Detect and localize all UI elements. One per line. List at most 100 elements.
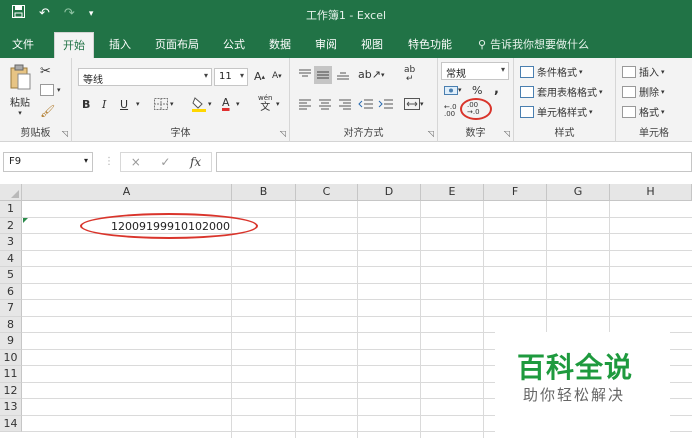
column-header-a[interactable]: A: [22, 184, 232, 201]
paste-label: 粘贴: [10, 98, 30, 109]
align-middle-button[interactable]: [314, 66, 332, 84]
decrease-indent-button[interactable]: [358, 98, 374, 110]
decrease-indent-icon: [358, 99, 373, 109]
phonetic-button[interactable]: wén 文: [258, 94, 272, 113]
tab-formulas[interactable]: 公式: [223, 36, 245, 52]
align-top-button[interactable]: [298, 68, 312, 80]
row-header-4[interactable]: 4: [0, 250, 22, 267]
underline-button[interactable]: U: [120, 98, 128, 111]
row-header-5[interactable]: 5: [0, 267, 22, 284]
column-header-g[interactable]: G: [547, 184, 610, 201]
tell-me-box[interactable]: ⚲ 告诉我你想要做什么: [478, 36, 589, 52]
name-box[interactable]: F9 ▾: [3, 152, 93, 172]
tab-page-layout[interactable]: 页面布局: [155, 36, 199, 52]
comma-button[interactable]: ,: [494, 82, 499, 97]
tab-review[interactable]: 审阅: [315, 36, 337, 52]
font-size-select[interactable]: 11 ▾: [214, 68, 248, 86]
grow-font-button[interactable]: A ▴: [254, 70, 265, 83]
column-header-f[interactable]: F: [484, 184, 547, 201]
dialog-launcher-icon[interactable]: ◹: [428, 129, 434, 138]
orientation-button[interactable]: ab↗ ▾: [358, 68, 384, 81]
styles-group: 条件格式 ▾ 套用表格格式 ▾ 单元格样式 ▾ 样式: [514, 58, 616, 142]
tab-file[interactable]: 文件: [12, 36, 34, 52]
formula-bar-buttons: × ✓ fx: [120, 152, 212, 172]
dialog-launcher-icon[interactable]: ◹: [280, 129, 286, 138]
align-left-button[interactable]: [298, 98, 312, 110]
row-header-12[interactable]: 12: [0, 382, 22, 399]
row-header-2[interactable]: 2: [0, 217, 22, 234]
copy-button[interactable]: ▾: [40, 84, 61, 96]
align-bottom-button[interactable]: [336, 68, 350, 80]
cells-label: 单元格: [639, 128, 669, 139]
align-right-button[interactable]: [338, 98, 352, 110]
insert-function-icon[interactable]: fx: [190, 155, 201, 169]
borders-button[interactable]: ▾: [154, 98, 174, 110]
column-header-b[interactable]: B: [232, 184, 296, 201]
tab-data[interactable]: 数据: [269, 36, 291, 52]
row-header-7[interactable]: 7: [0, 300, 22, 317]
font-name-select[interactable]: 等线 ▾: [78, 68, 212, 86]
italic-button[interactable]: I: [102, 98, 106, 111]
dialog-launcher-icon[interactable]: ◹: [504, 129, 510, 138]
row-header-13[interactable]: 13: [0, 399, 22, 416]
row-header-3[interactable]: 3: [0, 234, 22, 251]
delete-cells-button[interactable]: 删除 ▾: [622, 84, 665, 99]
column-gridline: [295, 201, 296, 438]
dialog-launcher-icon[interactable]: ◹: [62, 129, 68, 138]
cut-button[interactable]: ✂: [40, 64, 51, 79]
highlight-ellipse-a2: [80, 213, 258, 239]
chevron-down-icon: ▾: [458, 86, 462, 94]
formula-input[interactable]: [216, 152, 692, 172]
column-header-e[interactable]: E: [421, 184, 484, 201]
select-all-button[interactable]: [0, 184, 22, 201]
cancel-icon[interactable]: ×: [131, 155, 141, 169]
font-color-button[interactable]: A: [222, 96, 230, 109]
wrap-text-button[interactable]: ab ↵: [404, 66, 415, 84]
row-header-6[interactable]: 6: [0, 283, 22, 300]
insert-label: 插入: [639, 68, 659, 79]
row-header-8[interactable]: 8: [0, 316, 22, 333]
increase-indent-button[interactable]: [378, 98, 394, 110]
conditional-format-button[interactable]: 条件格式 ▾: [520, 64, 583, 79]
merge-center-button[interactable]: ▾: [404, 98, 424, 110]
underline-dropdown[interactable]: ▾: [136, 100, 140, 108]
conditional-format-label: 条件格式: [537, 68, 577, 79]
phonetic-dropdown[interactable]: ▾: [276, 100, 280, 108]
column-header-d[interactable]: D: [358, 184, 421, 201]
bold-button[interactable]: B: [82, 98, 90, 111]
fill-color-button[interactable]: ▾: [192, 96, 212, 112]
percent-button[interactable]: %: [472, 84, 482, 97]
format-cells-button[interactable]: 格式 ▾: [622, 104, 665, 119]
align-center-button[interactable]: [318, 98, 332, 110]
number-format-select[interactable]: 常规 ▾: [441, 62, 509, 80]
row-header-9[interactable]: 9: [0, 333, 22, 350]
increase-decimal-button[interactable]: ←.0 .00: [444, 104, 457, 118]
row-header-14[interactable]: 14: [0, 415, 22, 432]
tab-home[interactable]: 开始: [54, 32, 94, 58]
cell-styles-button[interactable]: 单元格样式 ▾: [520, 104, 593, 119]
format-as-table-button[interactable]: 套用表格格式 ▾: [520, 84, 603, 99]
chevron-down-icon: ▾: [599, 87, 603, 96]
chevron-down-icon: ▾: [83, 156, 88, 165]
row-header-1[interactable]: 1: [0, 201, 22, 218]
insert-cells-button[interactable]: 插入 ▾: [622, 64, 665, 79]
tab-special-features[interactable]: 特色功能: [408, 36, 452, 52]
column-gridline: [483, 201, 484, 438]
tab-view[interactable]: 视图: [361, 36, 383, 52]
align-right-icon: [339, 99, 351, 110]
currency-icon: [444, 86, 458, 95]
accounting-format-button[interactable]: ▾: [444, 84, 462, 96]
font-color-dropdown[interactable]: ▾: [236, 100, 240, 108]
paste-button[interactable]: 粘贴 ▾: [6, 64, 34, 118]
column-header-c[interactable]: C: [296, 184, 358, 201]
column-header-h[interactable]: H: [610, 184, 692, 201]
row-header-11[interactable]: 11: [0, 366, 22, 383]
row-header-10[interactable]: 10: [0, 349, 22, 366]
shrink-font-button[interactable]: A ▾: [272, 71, 282, 81]
clipboard-label: 剪贴板: [20, 128, 51, 139]
format-painter-button[interactable]: 🖌: [40, 104, 55, 118]
enter-icon[interactable]: ✓: [160, 155, 170, 169]
clipboard-group: 粘贴 ▾ ✂ ▾ 🖌 剪贴板 ◹: [0, 58, 72, 142]
column-gridline: [420, 201, 421, 438]
tab-insert[interactable]: 插入: [109, 36, 131, 52]
